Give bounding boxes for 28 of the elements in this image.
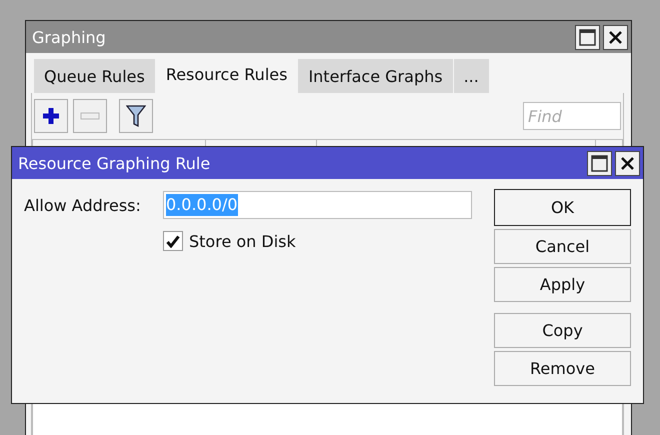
check-icon bbox=[166, 234, 180, 248]
close-button[interactable] bbox=[615, 150, 640, 176]
store-checkbox[interactable] bbox=[163, 231, 183, 251]
tab[interactable]: Interface Graphs bbox=[298, 59, 453, 93]
dialog-button[interactable]: Cancel bbox=[494, 229, 631, 264]
tab[interactable]: ... bbox=[454, 59, 489, 93]
minus-icon bbox=[80, 112, 100, 120]
close-icon bbox=[608, 30, 623, 44]
window-title: Graphing bbox=[32, 28, 107, 46]
store-label: Store on Disk bbox=[189, 232, 296, 250]
maximize-icon bbox=[579, 28, 596, 46]
address-label: Allow Address: bbox=[24, 196, 142, 214]
tab[interactable]: Queue Rules bbox=[34, 59, 155, 93]
filter-button[interactable] bbox=[119, 99, 153, 133]
maximize-button[interactable] bbox=[575, 24, 600, 50]
maximize-button[interactable] bbox=[587, 150, 612, 176]
find-field[interactable]: Find bbox=[523, 102, 621, 130]
plus-icon bbox=[41, 106, 61, 126]
dialog-button[interactable]: Apply bbox=[494, 267, 631, 302]
close-button[interactable] bbox=[603, 24, 628, 50]
dialog-title: Resource Graphing Rule bbox=[18, 154, 212, 172]
dialog-button[interactable]: Copy bbox=[494, 313, 631, 348]
filter-icon bbox=[126, 104, 146, 128]
maximize-icon bbox=[591, 154, 608, 172]
add-button[interactable] bbox=[34, 99, 68, 133]
dialog-button[interactable]: Remove bbox=[494, 351, 631, 386]
dialog-button[interactable]: OK bbox=[494, 189, 631, 226]
close-icon bbox=[620, 156, 635, 170]
